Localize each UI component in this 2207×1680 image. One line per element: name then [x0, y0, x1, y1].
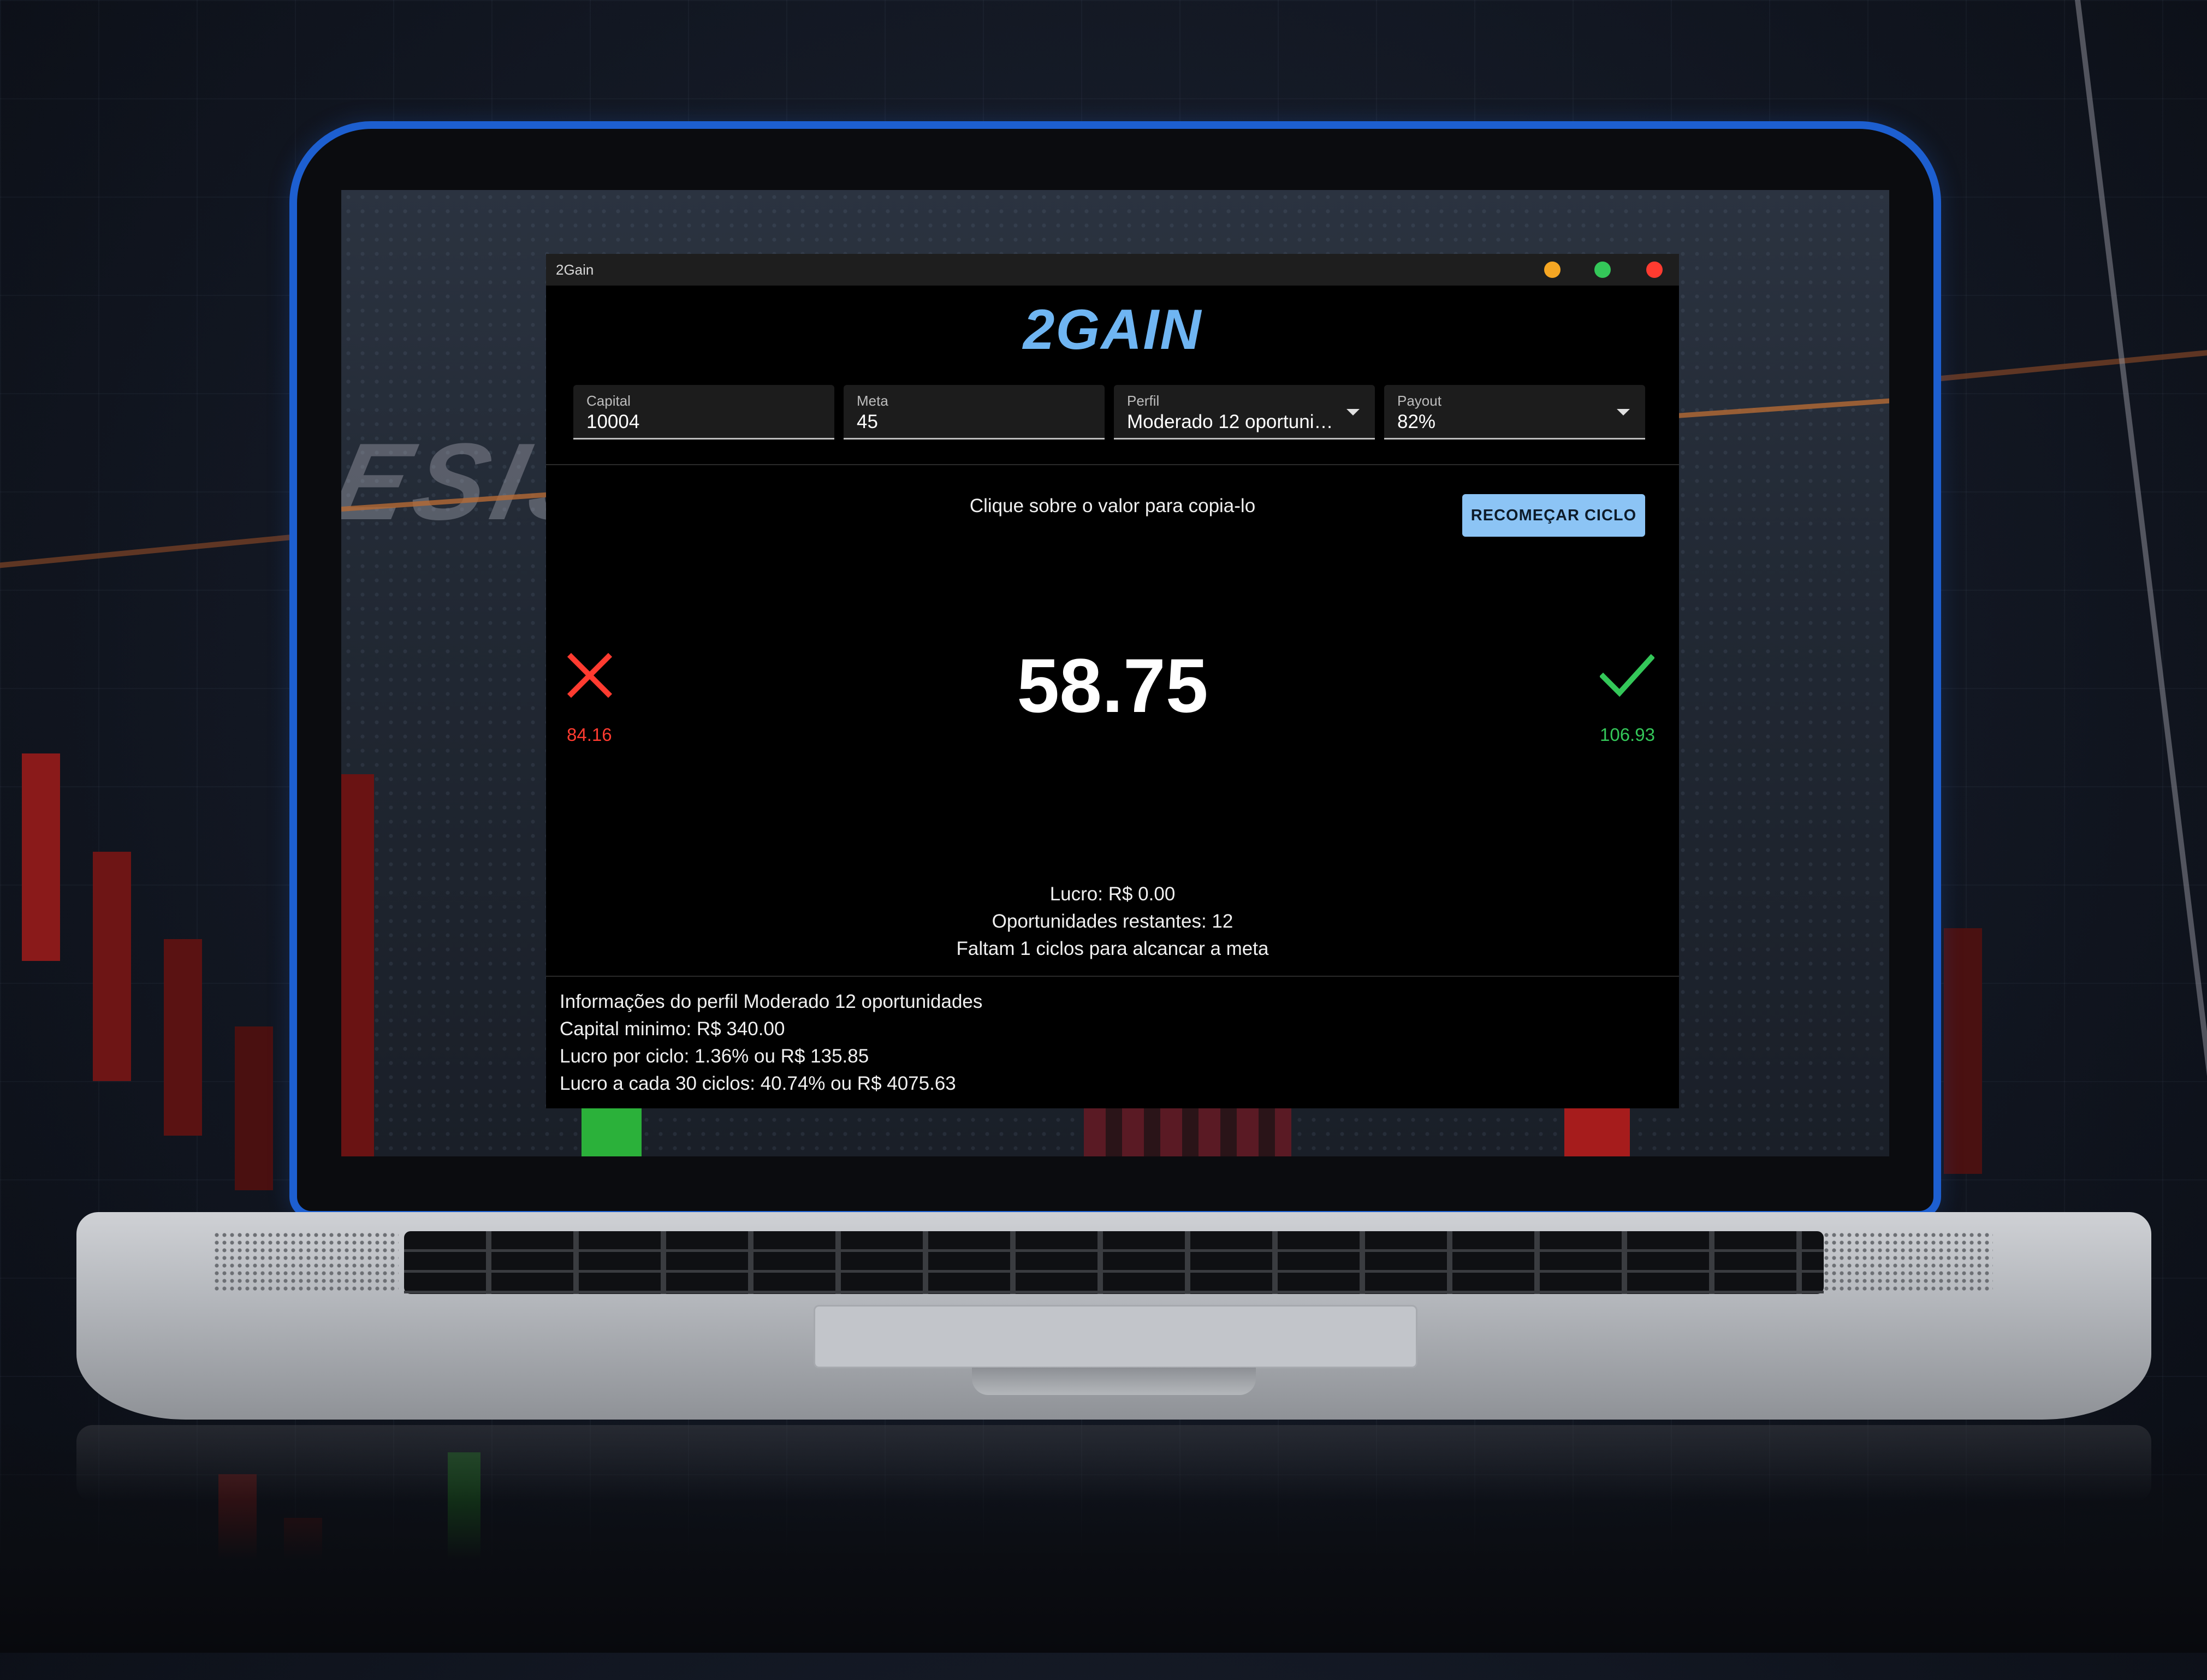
remaining-opportunities-text: Oportunidades restantes: 12: [992, 911, 1233, 932]
meta-input[interactable]: 45: [857, 411, 1086, 433]
win-value[interactable]: 106.93: [1600, 725, 1655, 745]
background-candle-red: [235, 1026, 273, 1190]
app-window: 2Gain 2GAIN Capital 10004 Meta 45 Perfil…: [546, 254, 1679, 1108]
speaker-grille-right: [1807, 1231, 1993, 1294]
restart-cycle-button[interactable]: RECOMEÇAR CICLO: [1462, 494, 1645, 537]
divider-top: [546, 464, 1679, 465]
minimize-button[interactable]: [1544, 262, 1561, 278]
meta-field[interactable]: Meta 45: [844, 385, 1105, 440]
check-icon[interactable]: [1600, 652, 1654, 698]
laptop-notch: [972, 1368, 1256, 1395]
profit-text: Lucro: R$ 0.00: [1049, 883, 1176, 905]
close-button[interactable]: [1646, 262, 1663, 278]
payout-label: Payout: [1397, 393, 1441, 409]
profile-info-title: Informações do perfil Moderado 12 oportu…: [560, 991, 983, 1012]
background-candle-red: [164, 939, 202, 1136]
screen-candle-red: [1084, 1105, 1291, 1156]
payout-selected-value: 82%: [1397, 411, 1436, 432]
window-title: 2Gain: [556, 262, 594, 278]
meta-label: Meta: [857, 393, 888, 409]
profile-min-capital: Capital minimo: R$ 340.00: [560, 1018, 785, 1040]
perfil-select[interactable]: Perfil Moderado 12 oportunid…: [1114, 385, 1375, 440]
chevron-down-icon[interactable]: [1617, 409, 1630, 415]
background-candle-red: [1944, 928, 1982, 1174]
background-candle-red: [22, 753, 60, 961]
perfil-selected-value: Moderado 12 oportunid…: [1127, 411, 1334, 432]
screen-candle-green: [582, 1105, 642, 1156]
trackpad: [814, 1305, 1417, 1368]
maximize-button[interactable]: [1594, 262, 1611, 278]
screen-candle-red: [1564, 1105, 1630, 1156]
window-titlebar[interactable]: 2Gain: [546, 254, 1679, 286]
keyboard-rows: [404, 1231, 1824, 1294]
app-brand-title: 2GAIN: [1023, 298, 1202, 361]
capital-field[interactable]: Capital 10004: [573, 385, 834, 440]
profile-profit-per-cycle: Lucro por ciclo: 1.36% ou R$ 135.85: [560, 1046, 869, 1067]
screen-candle-red: [341, 774, 374, 1156]
capital-input[interactable]: 10004: [586, 411, 816, 433]
laptop-reflection: [76, 1425, 2151, 1501]
payout-select[interactable]: Payout 82%: [1384, 385, 1645, 440]
perfil-label: Perfil: [1127, 393, 1160, 409]
capital-label: Capital: [586, 393, 631, 409]
profile-info: Informações do perfil Moderado 12 oportu…: [560, 988, 1652, 1097]
profile-profit-30-cycles: Lucro a cada 30 ciclos: 40.74% ou R$ 407…: [560, 1073, 956, 1094]
speaker-grille-left: [213, 1231, 399, 1294]
current-entry-value[interactable]: 58.75: [546, 642, 1679, 730]
cycles-remaining-text: Faltam 1 ciclos para alcancar a meta: [956, 938, 1269, 959]
background-candle-red: [93, 852, 131, 1081]
cycle-stats: Lucro: R$ 0.00 Oportunidades restantes: …: [546, 881, 1679, 963]
chevron-down-icon[interactable]: [1346, 409, 1360, 415]
divider-bottom: [546, 976, 1679, 977]
